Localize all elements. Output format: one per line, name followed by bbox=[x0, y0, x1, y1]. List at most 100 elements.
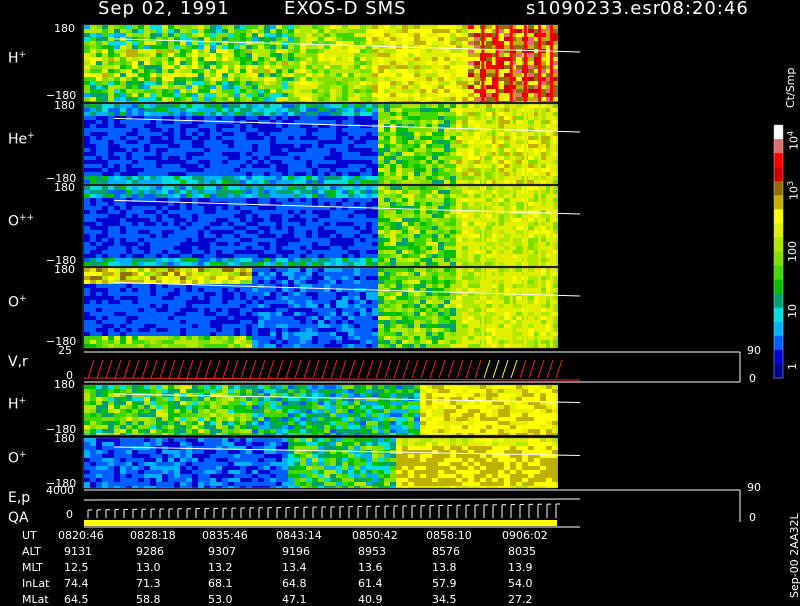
heatmap-cell bbox=[126, 312, 132, 316]
heatmap-cell bbox=[252, 250, 258, 254]
heatmap-cell bbox=[300, 124, 306, 128]
heatmap-cell bbox=[108, 242, 114, 246]
heatmap-cell bbox=[396, 93, 402, 97]
heatmap-cell bbox=[126, 61, 132, 65]
heatmap-cell bbox=[372, 176, 378, 180]
heatmap-cell bbox=[468, 41, 474, 45]
heatmap-cell bbox=[90, 65, 96, 69]
heatmap-cell bbox=[198, 176, 204, 180]
heatmap-cell bbox=[342, 112, 348, 116]
heatmap-cell bbox=[306, 226, 312, 230]
heatmap-cell bbox=[270, 124, 276, 128]
heatmap-cell bbox=[192, 254, 198, 258]
heatmap-cell bbox=[438, 160, 444, 164]
heatmap-cell bbox=[462, 250, 468, 254]
heatmap-cell bbox=[276, 85, 282, 89]
heatmap-cell bbox=[468, 218, 474, 222]
heatmap-cell bbox=[96, 136, 102, 140]
heatmap-cell bbox=[234, 37, 240, 41]
heatmap-cell bbox=[144, 128, 150, 132]
heatmap-cell bbox=[300, 186, 306, 190]
heatmap-cell bbox=[342, 226, 348, 230]
heatmap-cell bbox=[318, 29, 324, 33]
heatmap-cell bbox=[186, 238, 192, 242]
heatmap-cell bbox=[144, 124, 150, 128]
heatmap-cell bbox=[252, 156, 258, 160]
heatmap-cell bbox=[396, 160, 402, 164]
heatmap-cell bbox=[528, 89, 534, 93]
heatmap-cell bbox=[426, 160, 432, 164]
heatmap-cell bbox=[324, 132, 330, 136]
heatmap-cell bbox=[456, 148, 462, 152]
heatmap-cell bbox=[372, 97, 378, 101]
heatmap-cell bbox=[324, 194, 330, 198]
heatmap-cell bbox=[462, 144, 468, 148]
heatmap-cell bbox=[114, 250, 120, 254]
heatmap-cell bbox=[102, 136, 108, 140]
heatmap-cell bbox=[150, 144, 156, 148]
heatmap-cell bbox=[102, 328, 108, 332]
heatmap-cell bbox=[528, 156, 534, 160]
heatmap-cell bbox=[408, 190, 414, 194]
heatmap-cell bbox=[300, 37, 306, 41]
heatmap-cell bbox=[348, 214, 354, 218]
heatmap-cell bbox=[288, 124, 294, 128]
heatmap-cell bbox=[126, 296, 132, 300]
heatmap-cell bbox=[408, 242, 414, 246]
heatmap-cell bbox=[360, 172, 366, 176]
heatmap-cell bbox=[336, 218, 342, 222]
heatmap-cell bbox=[210, 116, 216, 120]
heatmap-cell bbox=[96, 300, 102, 304]
heatmap-cell bbox=[426, 210, 432, 214]
heatmap-cell bbox=[132, 288, 138, 292]
heatmap-cell bbox=[474, 29, 480, 33]
heatmap-cell bbox=[282, 218, 288, 222]
heatmap-cell bbox=[408, 120, 414, 124]
heatmap-cell bbox=[468, 144, 474, 148]
heatmap-cell bbox=[504, 124, 510, 128]
heatmap-cell bbox=[90, 148, 96, 152]
heatmap-cell bbox=[162, 250, 168, 254]
heatmap-cell bbox=[252, 194, 258, 198]
heatmap-cell bbox=[402, 202, 408, 206]
heatmap-cell bbox=[174, 230, 180, 234]
heatmap-cell bbox=[426, 152, 432, 156]
heatmap-cell bbox=[246, 230, 252, 234]
heatmap-cell bbox=[132, 112, 138, 116]
heatmap-cell bbox=[168, 144, 174, 148]
heatmap-cell bbox=[324, 258, 330, 262]
heatmap-cell bbox=[96, 328, 102, 332]
heatmap-cell bbox=[336, 226, 342, 230]
heatmap-cell bbox=[234, 258, 240, 262]
heatmap-cell bbox=[288, 132, 294, 136]
heatmap-cell bbox=[102, 262, 108, 266]
heatmap-cell bbox=[390, 202, 396, 206]
heatmap-cell bbox=[156, 136, 162, 140]
heatmap-cell bbox=[360, 69, 366, 73]
heatmap-cell bbox=[120, 69, 126, 73]
heatmap-cell bbox=[108, 320, 114, 324]
heatmap-cell bbox=[144, 288, 150, 292]
heatmap-cell bbox=[138, 132, 144, 136]
heatmap-cell bbox=[516, 172, 522, 176]
heatmap-cell bbox=[288, 112, 294, 116]
heatmap-cell bbox=[390, 116, 396, 120]
heatmap-cell bbox=[174, 226, 180, 230]
heatmap-cell bbox=[198, 190, 204, 194]
heatmap-cell bbox=[462, 254, 468, 258]
heatmap-cell bbox=[396, 186, 402, 190]
heatmap-cell bbox=[462, 156, 468, 160]
heatmap-cell bbox=[324, 262, 330, 266]
heatmap-cell bbox=[396, 152, 402, 156]
heatmap-cell bbox=[216, 218, 222, 222]
heatmap-cell bbox=[354, 194, 360, 198]
heatmap-cell bbox=[174, 218, 180, 222]
heatmap-cell bbox=[450, 116, 456, 120]
heatmap-cell bbox=[198, 194, 204, 198]
heatmap-cell bbox=[192, 210, 198, 214]
heatmap-cell bbox=[486, 65, 492, 69]
heatmap-cell bbox=[354, 176, 360, 180]
heatmap-cell bbox=[84, 69, 90, 73]
heatmap-cell bbox=[156, 218, 162, 222]
heatmap-cell bbox=[90, 206, 96, 210]
